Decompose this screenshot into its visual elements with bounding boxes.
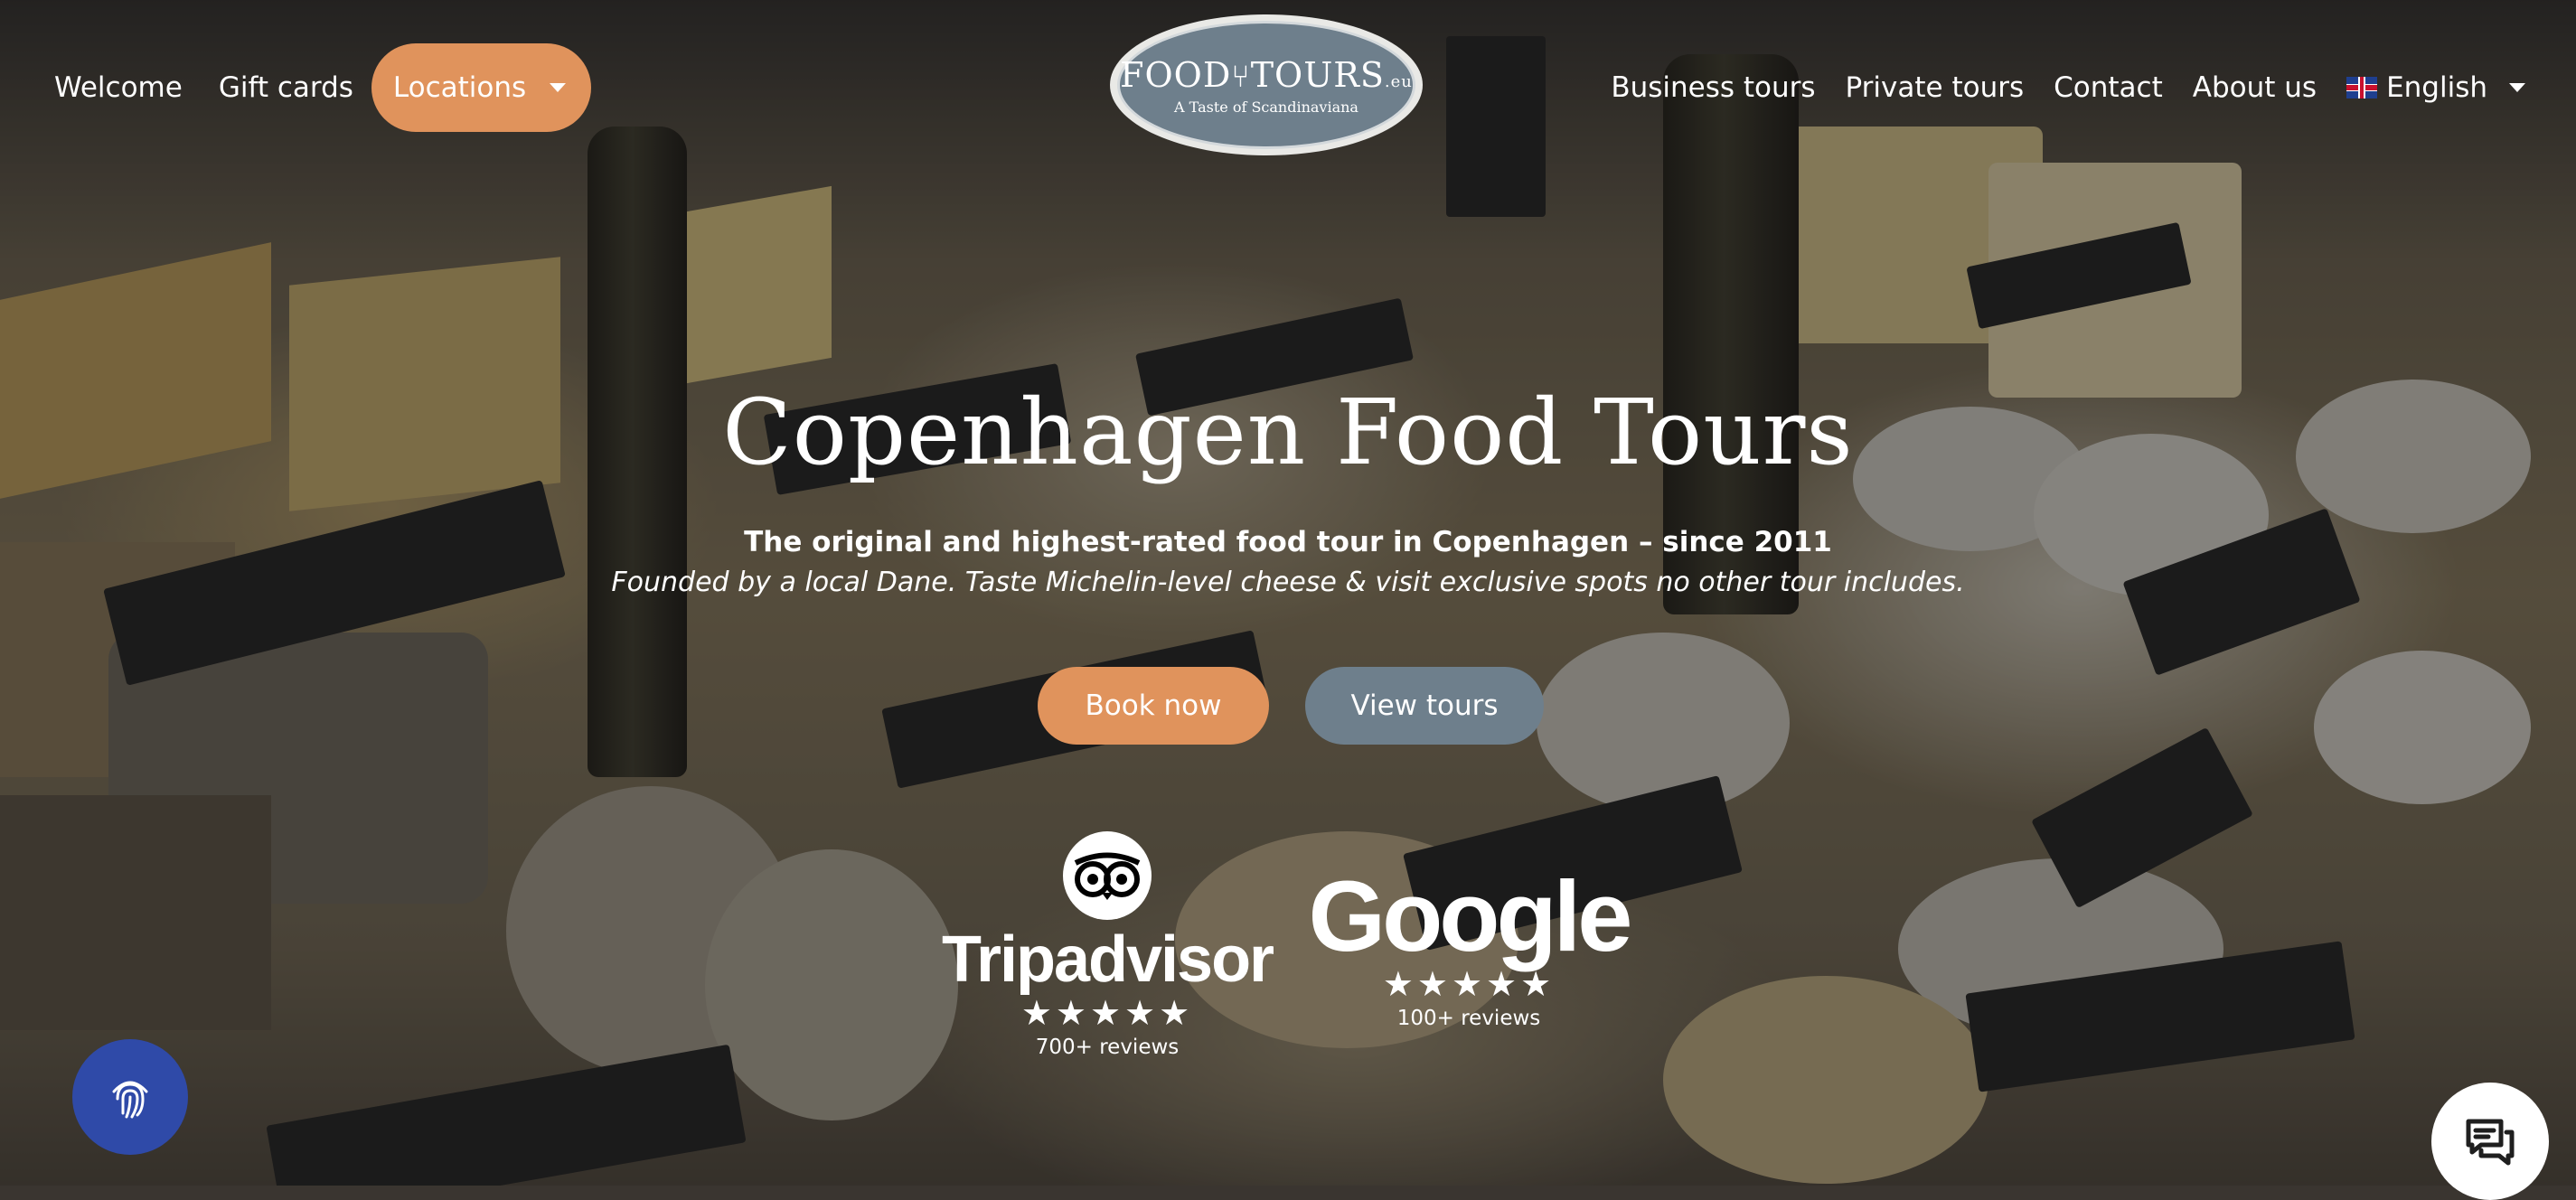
logo-wordmark: FOOD⑂TOURS.eu	[1120, 55, 1413, 95]
hero-description: Founded by a local Dane. Taste Michelin-…	[611, 567, 1965, 598]
chevron-down-icon	[2509, 83, 2525, 92]
google-stars: ★★★★★	[1382, 966, 1556, 1004]
hero-subtitle: The original and highest-rated food tour…	[744, 526, 1832, 558]
fork-icon: ⑂	[1231, 58, 1251, 95]
nav-locations-dropdown[interactable]: Locations	[371, 43, 592, 132]
cookie-consent-button[interactable]	[72, 1039, 188, 1155]
chat-icon	[2466, 1119, 2515, 1166]
nav-welcome[interactable]: Welcome	[54, 71, 183, 104]
logo-suffix: .eu	[1384, 71, 1413, 91]
chevron-down-icon	[550, 83, 567, 92]
view-tours-button[interactable]: View tours	[1305, 667, 1544, 745]
google-review-count: 100+ reviews	[1396, 1007, 1541, 1030]
logo-tagline: A Taste of Scandinaviana	[1174, 98, 1359, 116]
logo-word-food: FOOD	[1120, 54, 1232, 95]
nav-contact[interactable]: Contact	[2054, 71, 2163, 104]
tripadvisor-stars: ★★★★★	[1020, 995, 1194, 1033]
tripadvisor-badge[interactable]: Tripadvisor ★★★★★ 700+ reviews	[940, 831, 1274, 1059]
nav-gift-cards[interactable]: Gift cards	[219, 71, 353, 104]
logo-badge: FOOD⑂TOURS.eu A Taste of Scandinaviana	[1117, 21, 1415, 149]
fingerprint-icon	[112, 1081, 148, 1119]
nav-business-tours[interactable]: Business tours	[1611, 71, 1815, 104]
main-nav-right: Business tours Private tours Contact Abo…	[1581, 43, 2525, 132]
hero-title: Copenhagen Food Tours	[722, 380, 1854, 485]
uk-flag-icon	[2346, 77, 2378, 98]
nav-about-us[interactable]: About us	[2193, 71, 2317, 104]
language-label: English	[2386, 71, 2487, 104]
nav-private-tours[interactable]: Private tours	[1846, 71, 2025, 104]
chat-widget-button[interactable]	[2431, 1083, 2549, 1200]
book-now-button[interactable]: Book now	[1038, 667, 1269, 745]
google-wordmark: Google	[1308, 861, 1633, 972]
main-nav-left: Welcome Gift cards Locations	[54, 43, 592, 132]
language-selector[interactable]: English	[2346, 71, 2525, 104]
tripadvisor-owl-icon	[1063, 831, 1152, 920]
food-tours-logo[interactable]: FOOD⑂TOURS.eu A Taste of Scandinaviana	[1110, 14, 1423, 155]
google-badge[interactable]: Google ★★★★★ 100+ reviews	[1302, 861, 1636, 1031]
tripadvisor-review-count: 700+ reviews	[1035, 1036, 1180, 1059]
tripadvisor-wordmark: Tripadvisor	[941, 923, 1274, 996]
nav-locations-label: Locations	[392, 71, 527, 104]
logo-word-tours: TOURS	[1250, 54, 1385, 95]
